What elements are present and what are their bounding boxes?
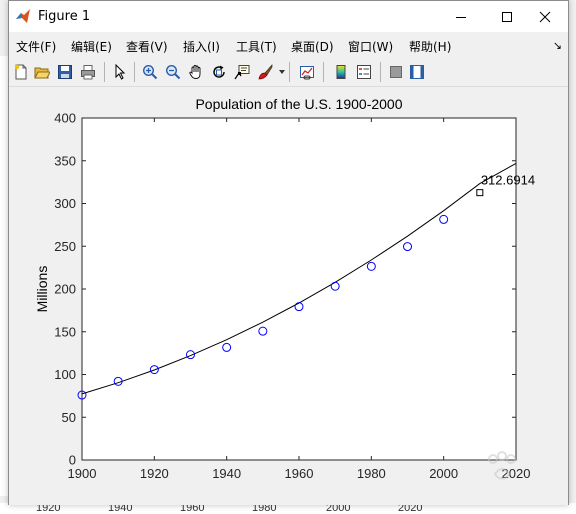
y-tick-label: 100 — [54, 367, 76, 382]
menu-window[interactable]: 窗口(W) — [348, 38, 393, 55]
minimize-button[interactable] — [438, 1, 484, 32]
brush-dropdown-icon[interactable] — [279, 70, 285, 74]
menu-tools[interactable]: 工具(T) — [236, 38, 277, 55]
maximize-icon — [502, 11, 512, 22]
colorbar-icon[interactable] — [331, 62, 351, 82]
toolbar-separator — [134, 62, 135, 82]
toolbar-separator — [104, 62, 105, 82]
y-tick-label: 200 — [54, 282, 76, 297]
zoom-in-icon[interactable] — [140, 62, 160, 82]
link-plot-icon[interactable] — [297, 62, 317, 82]
close-button[interactable] — [522, 1, 568, 32]
figure-canvas[interactable]: 1900 1920 1940 1960 1980 2000 2020 0 50 100 150 200… — [9, 87, 568, 505]
menu-bar: 文件(F) 编辑(E) 查看(V) 插入(I) 工具(T) 桌面(D) 窗口(W… — [9, 32, 568, 57]
y-tick-label: 50 — [62, 410, 76, 425]
toolbar-separator — [289, 62, 290, 82]
x-tick-label: 1980 — [357, 466, 386, 481]
menu-edit[interactable]: 编辑(E) — [71, 38, 112, 55]
undock-arrow-icon[interactable]: ↘ — [553, 39, 562, 52]
close-icon — [539, 11, 551, 22]
pointer-icon[interactable] — [110, 62, 130, 82]
y-tick-label: 350 — [54, 153, 76, 168]
matlab-app-icon — [15, 8, 31, 24]
menu-desktop[interactable]: 桌面(D) — [291, 38, 334, 55]
rotate-3d-icon[interactable] — [209, 62, 229, 82]
new-figure-icon[interactable] — [11, 62, 31, 82]
figure-window: Figure 1 文件(F) 编辑(E) 查看(V) 插入(I) 工具(T) 桌… — [8, 0, 569, 505]
x-tick-label: 1960 — [285, 466, 314, 481]
legend-icon[interactable] — [354, 62, 374, 82]
toolbar-separator — [380, 62, 381, 82]
axes-box[interactable] — [81, 117, 517, 461]
figure-toolbar — [9, 57, 568, 87]
y-tick-label: 400 — [54, 111, 76, 126]
minimize-icon — [456, 16, 466, 18]
title-bar[interactable]: Figure 1 — [9, 1, 568, 32]
plot-svg[interactable]: 1900 1920 1940 1960 1980 2000 2020050100150200… — [9, 87, 568, 505]
y-tick-label: 0 — [69, 453, 76, 468]
print-icon[interactable] — [78, 62, 98, 82]
show-plot-tools-icon[interactable] — [407, 62, 427, 82]
y-tick-label: 250 — [54, 239, 76, 254]
baidu-watermark-logo — [488, 451, 516, 480]
chart-title: Population of the U.S. 1900-2000 — [195, 96, 402, 112]
save-icon[interactable] — [55, 62, 75, 82]
x-tick-label: 1920 — [140, 466, 169, 481]
hide-plot-tools-icon[interactable] — [386, 62, 406, 82]
y-axis-label: Millions — [34, 266, 50, 313]
menu-help[interactable]: 帮助(H) — [409, 38, 451, 55]
x-tick-label: 1940 — [212, 466, 241, 481]
brush-icon[interactable] — [255, 62, 275, 82]
y-tick-label: 150 — [54, 324, 76, 339]
pan-hand-icon[interactable] — [186, 62, 206, 82]
open-file-icon[interactable] — [32, 62, 52, 82]
menu-file[interactable]: 文件(F) — [16, 38, 56, 55]
window-title: Figure 1 — [38, 9, 91, 24]
datatip-label: 312.6914 — [481, 173, 535, 188]
y-tick-label: 300 — [54, 196, 76, 211]
menu-view[interactable]: 查看(V) — [126, 38, 168, 55]
x-tick-label: 1900 — [68, 466, 97, 481]
menu-insert[interactable]: 插入(I) — [183, 38, 220, 55]
zoom-out-icon[interactable] — [163, 62, 183, 82]
datatip-square-marker[interactable] — [476, 189, 484, 197]
data-cursor-icon[interactable] — [232, 62, 252, 82]
toolbar-separator — [323, 62, 324, 82]
